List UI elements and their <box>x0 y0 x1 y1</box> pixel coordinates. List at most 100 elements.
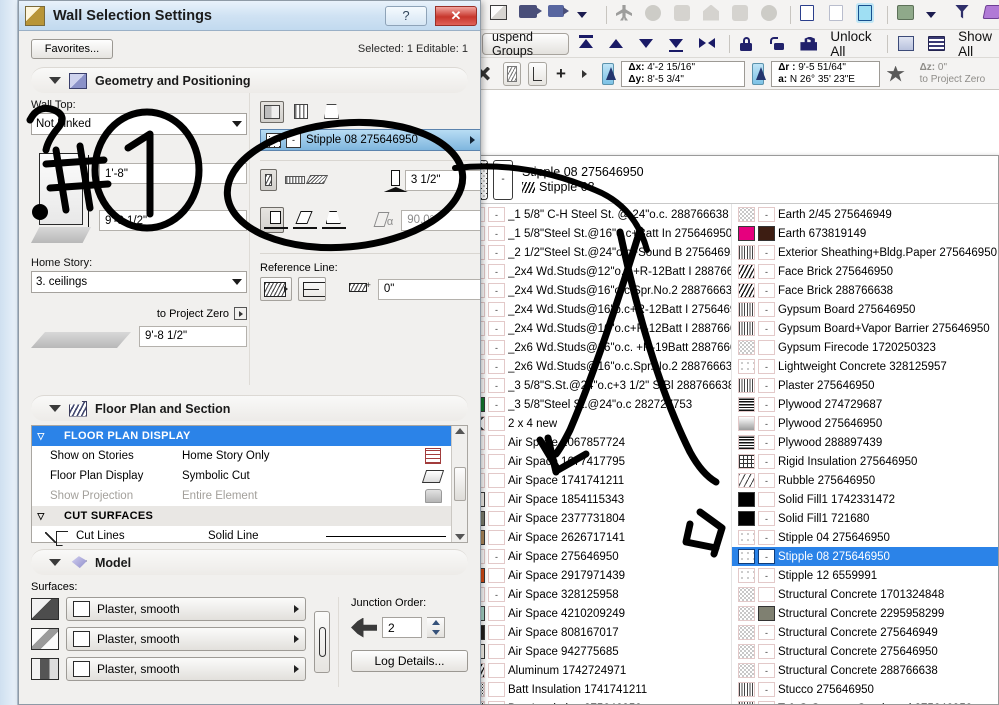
material-list-item[interactable]: Structural Concrete 1701324848 <box>732 585 998 604</box>
filter-funnel-icon[interactable] <box>955 4 975 25</box>
grid-snap-button[interactable] <box>503 61 522 86</box>
3d-box-icon[interactable] <box>490 4 510 25</box>
project-zero-popup-icon[interactable] <box>234 307 247 320</box>
wall-vertical-button[interactable] <box>260 207 288 233</box>
chevron-right-icon[interactable] <box>470 136 475 144</box>
material-list-item[interactable]: Air Space 1741741211 <box>462 471 731 490</box>
wall-structure-composite-button[interactable] <box>290 101 314 123</box>
material-list-item[interactable]: Structural Concrete 2295958299 <box>732 604 998 623</box>
send-to-back-icon[interactable] <box>669 34 689 54</box>
material-list-item[interactable]: Air Space 1067857724 <box>462 433 731 452</box>
chevron-down-icon[interactable] <box>232 279 242 285</box>
floor-plan-setting-row[interactable]: Show Projection Entire Element <box>32 486 451 506</box>
material-list-item[interactable]: Air Space 2377731804 <box>462 509 731 528</box>
material-list-item[interactable]: Air Space 1677417795 <box>462 452 731 471</box>
axis-move-icon[interactable] <box>548 4 569 25</box>
material-list-item[interactable]: - Rigid Insulation 275646950 <box>732 452 998 471</box>
wall-structure-complex-button[interactable] <box>320 101 344 123</box>
chevron-right-icon[interactable] <box>294 605 299 613</box>
wall-selection-settings-dialog[interactable]: Wall Selection Settings ? ✕ Favorites...… <box>18 0 481 705</box>
material-list-item[interactable]: - _2 1/2"Steel St.@24"o.c+Sound B 2756469… <box>462 243 731 262</box>
material-list-item[interactable]: - Structural Concrete 288766638 <box>732 661 998 680</box>
material-list-item[interactable]: Batt Insulation 1741741211 <box>462 680 731 699</box>
suspend-groups-button[interactable]: uspend Groups <box>482 30 570 58</box>
chevron-down-icon[interactable] <box>49 77 61 84</box>
chevron-down-icon-2[interactable] <box>926 5 946 25</box>
material-list-item[interactable]: - Plywood 288897439 <box>732 433 998 452</box>
material-list-item[interactable]: - Earth 2/45 275646949 <box>732 205 998 224</box>
elevation-star-icon[interactable] <box>886 64 907 84</box>
polar-coord-toggle[interactable] <box>751 62 767 85</box>
wall-angle-field[interactable]: 90.0° <box>401 209 480 231</box>
base-elevation-field[interactable]: 9'-8 1/2" <box>139 325 247 347</box>
scroll-up-icon[interactable] <box>454 428 465 434</box>
help-button[interactable]: ? <box>385 5 427 26</box>
wall-structure-basic-button[interactable] <box>260 101 284 123</box>
add-point-icon[interactable]: + <box>554 64 568 84</box>
material-list-item[interactable]: - _3 5/8"S.St.@24"o.c+3 1/2" S.Bl 2887666… <box>462 376 731 395</box>
unlock-all-label[interactable]: Unlock All <box>830 29 877 59</box>
cartesian-coord-toggle[interactable] <box>601 62 617 85</box>
sphere-icon[interactable] <box>761 4 781 25</box>
material-list-item[interactable]: - Plywood 275646950 <box>732 414 998 433</box>
material-list-item[interactable]: -T & G Gypsum Coreboard 275646950 <box>732 699 998 704</box>
setting-value[interactable]: Symbolic Cut <box>182 470 415 482</box>
globe-icon[interactable] <box>645 4 665 25</box>
material-list-item[interactable]: - Lightweight Concrete 328125957 <box>732 357 998 376</box>
reference-line-offset-field[interactable]: 0" <box>377 278 480 300</box>
purple-eraser-icon[interactable] <box>982 4 999 25</box>
wall-slanted-button[interactable] <box>290 207 317 233</box>
elevation-display[interactable]: Δz: 0" to Project Zero <box>914 61 999 87</box>
home-story-dropdown[interactable]: 3. ceilings <box>31 271 247 293</box>
section-header-geometry[interactable]: Geometry and Positioning <box>31 67 468 93</box>
cartesian-coordinates-display[interactable]: Δx: 4'-2 15/16" Δy: 8'-5 3/4" <box>621 60 745 87</box>
material-list-item[interactable]: - Gypsum Board 275646950 <box>732 300 998 319</box>
close-button[interactable]: ✕ <box>435 5 477 26</box>
chevron-right-icon[interactable] <box>575 64 595 84</box>
section-header-model[interactable]: Model <box>31 549 468 575</box>
floor-plan-group-row[interactable]: ▽ FLOOR PLAN DISPLAY <box>32 426 451 446</box>
material-list-item[interactable]: Gypsum Firecode 1720250323 <box>732 338 998 357</box>
wall-thickness-field[interactable]: 3 1/2" <box>404 169 480 191</box>
green-object-icon[interactable] <box>897 4 917 25</box>
wall-type-slanted-button[interactable] <box>305 169 328 191</box>
material-list-item[interactable]: - _2x6 Wd.Studs@16"o.c.Spr.No.2 288766638 <box>462 357 731 376</box>
material-list-item[interactable]: Air Space 2917971439 <box>462 566 731 585</box>
material-list-item[interactable]: Solid Fill1 1742331472 <box>732 490 998 509</box>
scroll-down-icon[interactable] <box>454 534 465 540</box>
material-list-item[interactable]: - Plywood 274729687 <box>732 395 998 414</box>
layer-selected-icon[interactable] <box>858 4 878 25</box>
stepper-down-icon[interactable] <box>431 629 440 635</box>
surface-dropdown[interactable]: Plaster, smooth <box>66 597 306 621</box>
house-icon[interactable] <box>703 4 723 25</box>
dialog-title-bar[interactable]: Wall Selection Settings ? ✕ <box>19 1 480 31</box>
material-list-item[interactable]: - _2x4 Wd.Studs@12"o.c.+R-12Batt I 288766… <box>462 262 731 281</box>
reference-line-position-button[interactable] <box>260 277 292 301</box>
explode-icon[interactable] <box>732 4 752 25</box>
person-walk-icon[interactable] <box>616 4 636 25</box>
chevron-down-icon[interactable] <box>49 559 61 566</box>
setting-value[interactable]: Solid Line <box>208 530 321 542</box>
send-backward-icon[interactable] <box>639 34 659 54</box>
bring-forward-icon[interactable] <box>609 34 629 54</box>
material-list-item[interactable]: - _2x6 Wd.Studs@16"o.c. +R-19Batt 2887666… <box>462 338 731 357</box>
wall-double-slanted-button[interactable] <box>319 207 346 233</box>
link-surfaces-toggle[interactable] <box>314 611 330 673</box>
wall-top-dropdown[interactable]: Not Linked <box>31 113 247 135</box>
scrollbar-thumb[interactable] <box>453 467 466 501</box>
chevron-down-icon[interactable]: ▽ <box>32 431 50 442</box>
material-list-item[interactable]: Earth 673819149 <box>732 224 998 243</box>
show-all-label[interactable]: Show All <box>958 29 999 59</box>
setting-value[interactable]: Entire Element <box>182 490 415 502</box>
floor-plan-settings-table[interactable]: ▽ FLOOR PLAN DISPLAY Show on Stories Home S… <box>31 425 468 543</box>
material-list-item[interactable]: - Stipple 08 275646950 <box>732 547 998 566</box>
material-list-item[interactable]: 2 x 4 new <box>462 414 731 433</box>
material-list-item[interactable]: - Structural Concrete 275646950 <box>732 642 998 661</box>
surface-dropdown[interactable]: Plaster, smooth <box>66 627 306 651</box>
floor-plan-setting-row[interactable]: Cut Lines Solid Line <box>32 526 451 546</box>
material-list-left-column[interactable]: - _1 5/8" C-H Steel St. @ 24"o.c. 2887666… <box>462 204 731 704</box>
copy-layer-icon[interactable] <box>800 4 820 25</box>
material-list-item[interactable]: - Air Space 275646950 <box>462 547 731 566</box>
wall-height-field[interactable]: 9'-8 1/2" <box>99 210 247 231</box>
material-list-item[interactable]: - _3 5/8"Steel St.@24"o.c 282727753 <box>462 395 731 414</box>
